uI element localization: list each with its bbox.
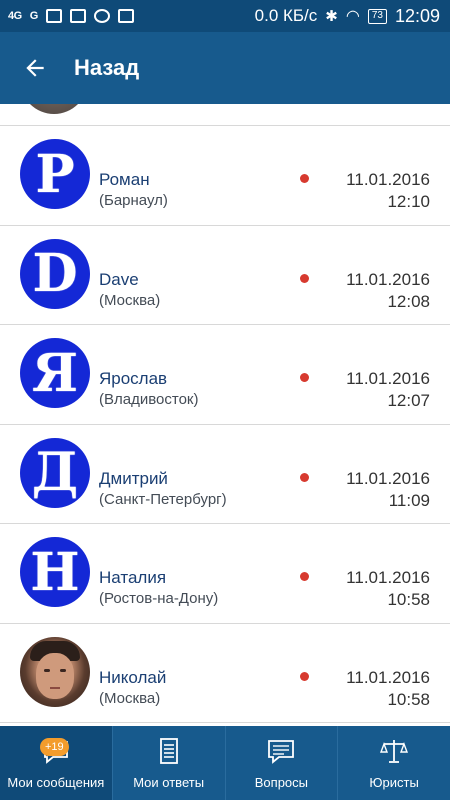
message-date: 11.01.2016 [346, 369, 430, 388]
sender-name: Дмитрий [99, 468, 168, 488]
tab-label: Вопросы [254, 775, 308, 790]
message-date: 11.01.2016 [346, 568, 430, 587]
avatar [20, 104, 88, 114]
tab-label: Мои сообщения [7, 775, 105, 790]
sender-city: (Москва) [99, 689, 161, 707]
arrow-left-icon [26, 59, 44, 77]
sender-name: Ярослав [99, 369, 168, 388]
tab-label: Юристы [369, 775, 419, 790]
message-date: 11.01.2016 [346, 468, 430, 488]
app-bar: Назад [0, 32, 450, 104]
message-time: 12:10 [387, 192, 430, 211]
message-date: 11.01.2016 [346, 170, 430, 189]
unread-dot-icon [300, 671, 309, 681]
message-date: 11.01.2016 [346, 667, 430, 687]
list-item[interactable]: D Dave (Москва) 11.01.2016 12:08 [0, 226, 450, 325]
message-list[interactable]: Р Роман (Барнаул) 11.01.2016 12:10 D Dav… [0, 104, 450, 726]
sender-city: (Москва) [99, 291, 161, 309]
battery-icon: 73 [367, 8, 387, 24]
status-left: 4G G [8, 9, 134, 23]
signal-g-icon: G [29, 10, 39, 22]
status-right: 0.0 КБ/с ✱ ◠ 73 12:09 [255, 6, 440, 27]
sender-city: (Санкт-Петербург) [99, 490, 227, 508]
unread-dot-icon [300, 174, 309, 183]
mail-notification-icon [69, 9, 86, 23]
message-date: 11.01.2016 [346, 269, 430, 289]
unread-badge: +19 [40, 738, 69, 756]
tab-label: Мои ответы [133, 775, 205, 790]
sender-name: Николай [99, 667, 167, 687]
list-item[interactable]: Николай (Москва) 11.01.2016 10:58 [0, 624, 450, 723]
wifi-icon: ◠ [345, 8, 360, 25]
tab-questions[interactable]: Вопросы [224, 726, 338, 800]
sender-city: (Владивосток) [99, 391, 199, 408]
sender-city: (Барнаул) [99, 192, 168, 209]
unread-dot-icon [300, 472, 309, 482]
bottom-nav: +19 Мои сообщения Мои ответы Вопросы Юри… [0, 726, 450, 800]
list-item[interactable]: Н Наталия (Ростов-на-Дону) 11.01.2016 10… [0, 524, 450, 624]
avatar: Н [20, 537, 90, 607]
message-time: 12:07 [387, 391, 430, 410]
bluetooth-icon: ✱ [325, 8, 338, 25]
avatar: Д [20, 437, 90, 508]
scales-icon [378, 735, 410, 767]
network-speed: 0.0 КБ/с [254, 6, 318, 25]
list-item[interactable]: Д Дмитрий (Санкт-Петербург) 11.01.2016 1… [0, 425, 450, 524]
tab-my-answers[interactable]: Мои ответы [111, 726, 225, 800]
message-time: 10:58 [387, 689, 430, 709]
app-notification-icon [93, 9, 110, 23]
avatar: Я [20, 338, 90, 408]
message-time: 12:08 [387, 291, 430, 311]
tab-my-messages[interactable]: +19 Мои сообщения [0, 726, 112, 800]
document-icon [153, 735, 185, 767]
sender-name: Dave [99, 269, 139, 289]
message-time: 10:58 [387, 590, 430, 609]
image-notification-icon [45, 9, 62, 23]
tab-lawyers[interactable]: Юристы [337, 726, 450, 800]
list-item[interactable]: Я Ярослав (Владивосток) 11.01.2016 12:07 [0, 325, 450, 425]
sender-city: (Ростов-на-Дону) [99, 590, 219, 607]
page-title: Назад [74, 55, 140, 80]
list-item[interactable]: Р Роман (Барнаул) 11.01.2016 12:10 [0, 126, 450, 226]
sender-name: Роман [99, 170, 150, 189]
list-item-partial[interactable] [0, 104, 450, 126]
message-time: 11:09 [388, 490, 430, 510]
sender-name: Наталия [99, 568, 167, 587]
status-time: 12:09 [394, 5, 440, 26]
unread-dot-icon [300, 273, 309, 283]
status-bar: 4G G 0.0 КБ/с ✱ ◠ 73 12:09 [0, 0, 450, 32]
home-notification-icon [117, 9, 134, 23]
back-button[interactable] [0, 32, 70, 104]
avatar: Р [20, 139, 90, 209]
user-photo [20, 637, 90, 707]
unread-dot-icon [300, 572, 309, 581]
unread-dot-icon [300, 373, 309, 382]
message-icon [265, 735, 297, 767]
avatar-photo [20, 636, 90, 707]
avatar: D [20, 238, 90, 309]
signal-4g-icon: 4G [8, 10, 22, 22]
